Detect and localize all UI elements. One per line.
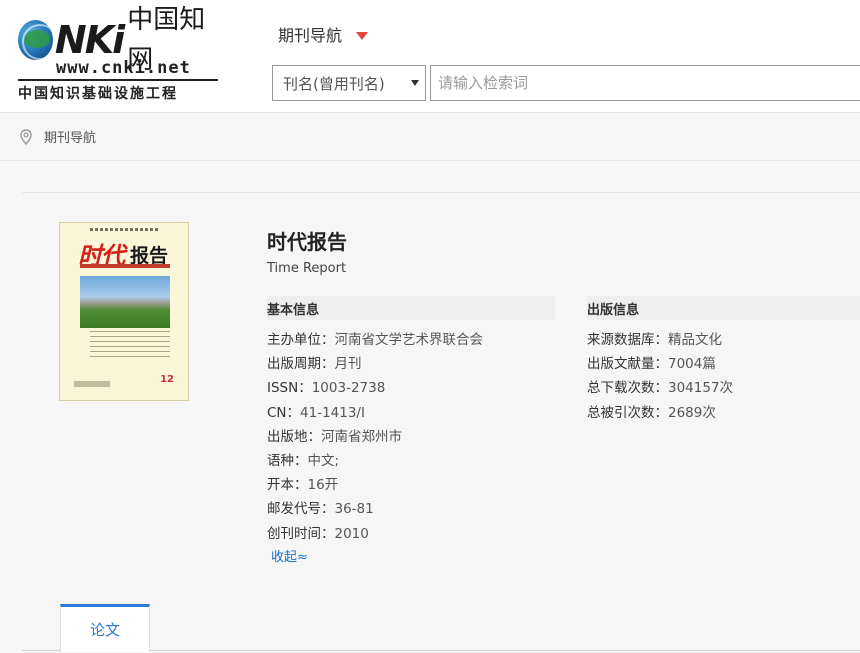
search-field-select[interactable]: 刊名(曾用刊名) xyxy=(272,65,426,101)
info-item-citations: 总被引次数：2689次 xyxy=(587,404,716,421)
journal-nav-dropdown[interactable]: 期刊导航 xyxy=(278,22,369,46)
info-item-place: 出版地：河南省郑州市 xyxy=(267,428,402,445)
info-item-founded: 创刊时间：2010 xyxy=(267,525,369,542)
journal-nav-label: 期刊导航 xyxy=(278,26,343,45)
logo-brand-text: NKi xyxy=(54,18,125,62)
divider xyxy=(22,192,860,193)
info-item-language: 语种：中文; xyxy=(267,452,340,469)
logo-tagline: 中国知识基础设施工程 xyxy=(18,79,218,103)
site-header: NKi 中国知网 www.cnki.net 中国知识基础设施工程 期刊导航 刊名… xyxy=(0,0,860,113)
info-item-doc-count: 出版文献量：7004篇 xyxy=(587,356,716,373)
basic-info-heading: 基本信息 xyxy=(267,296,555,320)
search-input[interactable] xyxy=(430,65,860,101)
publish-info-heading: 出版信息 xyxy=(587,296,860,320)
cover-issue-number: 12 xyxy=(160,374,174,385)
info-item-source-db: 来源数据库：精品文化 xyxy=(587,332,722,348)
publish-info-list: 来源数据库：精品文化 出版文献量：7004篇 总下载次数：304157次 总被引… xyxy=(587,328,733,425)
cover-landscape-photo xyxy=(80,276,170,328)
journal-cover-image: 时代 报告 12 xyxy=(59,222,189,401)
breadcrumb-link[interactable]: 期刊导航 xyxy=(44,127,96,146)
info-item-format: 开本：16开 xyxy=(267,477,339,494)
journal-title: 时代报告 xyxy=(267,230,347,254)
journal-detail-panel: 时代 报告 12 时代报告 Time Report 基本信息 出版信息 主办单位… xyxy=(0,162,860,653)
journal-english-title: Time Report xyxy=(267,261,347,276)
info-item-downloads: 总下载次数：304157次 xyxy=(587,380,734,397)
info-item-sponsor: 主办单位：河南省文学艺术界联合会 xyxy=(267,332,483,348)
globe-logo-icon xyxy=(18,20,53,60)
info-item-frequency: 出版周期：月刊 xyxy=(267,356,362,373)
breadcrumb: 期刊导航 xyxy=(0,113,860,161)
info-item-postal-code: 邮发代号：36-81 xyxy=(267,501,374,518)
search-field-selected: 刊名(曾用刊名) xyxy=(283,74,385,93)
cnki-logo[interactable]: NKi 中国知网 www.cnki.net 中国知识基础设施工程 xyxy=(18,5,218,102)
select-arrow-icon xyxy=(411,80,419,86)
collapse-link[interactable]: 收起≈ xyxy=(271,546,308,565)
tab-papers[interactable]: 论文 xyxy=(60,604,150,652)
basic-info-list: 主办单位：河南省文学艺术界联合会 出版周期：月刊 ISSN：1003-2738 … xyxy=(267,328,483,546)
location-pin-icon xyxy=(20,128,32,145)
info-item-cn: CN：41-1413/I xyxy=(267,404,365,421)
info-item-issn: ISSN：1003-2738 xyxy=(267,380,386,397)
caret-down-icon xyxy=(356,31,369,40)
